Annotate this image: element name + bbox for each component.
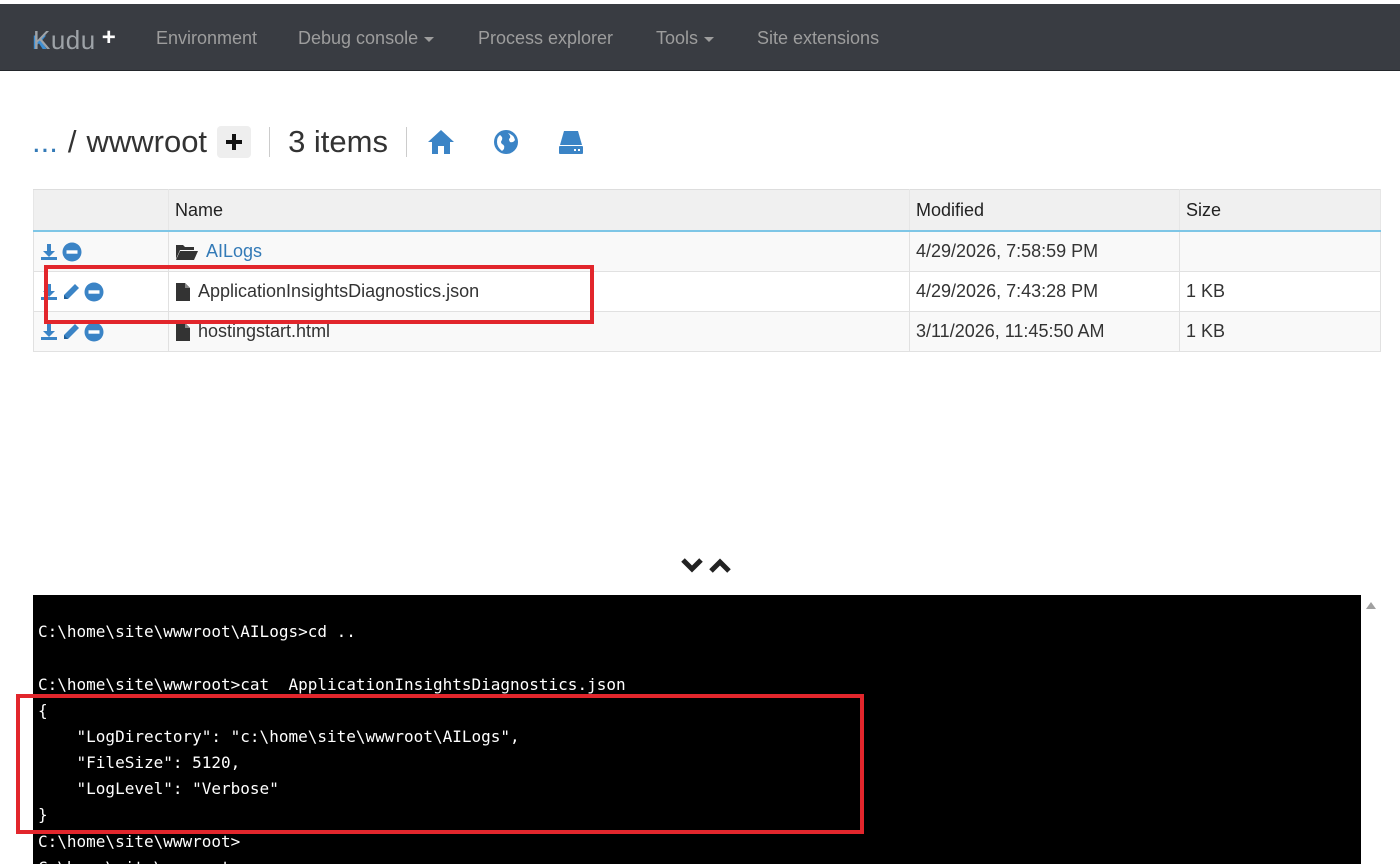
modified-cell: 4/29/2026, 7:43:28 PM	[909, 271, 1180, 312]
nav-site-extensions-label: Site extensions	[757, 28, 880, 48]
pane-splitter[interactable]	[680, 556, 732, 574]
brand-plus: +	[101, 24, 117, 51]
brand-text: Kudu	[33, 24, 96, 55]
scroll-up-arrow-icon[interactable]	[1366, 602, 1376, 609]
file-icon	[176, 282, 190, 301]
name-cell: ApplicationInsightsDiagnostics.json	[168, 271, 910, 312]
nav-process-explorer-label: Process explorer	[478, 28, 614, 48]
name-cell: AILogs	[168, 230, 910, 272]
table-row: hostingstart.html 3/11/2026, 11:45:50 AM…	[33, 311, 1381, 352]
row-actions	[33, 230, 169, 272]
console-line: "LogLevel": "Verbose"	[38, 779, 279, 798]
browse-site-button[interactable]	[490, 126, 522, 158]
file-name[interactable]: ApplicationInsightsDiagnostics.json	[198, 281, 479, 302]
console-line: C:\home\site\wwwroot>cat ApplicationInsi…	[38, 675, 626, 694]
breadcrumb-separator: /	[67, 124, 77, 159]
delete-icon[interactable]	[84, 282, 104, 302]
console-line: C:\home\site\wwwroot>	[38, 832, 241, 851]
name-column-header[interactable]: Name	[168, 189, 910, 232]
edit-pencil-icon[interactable]	[62, 283, 80, 301]
new-item-button[interactable]	[217, 126, 252, 158]
file-table: Name Modified Size AILogs 4/29/2026, 7:5…	[33, 189, 1381, 352]
console-line: }	[38, 805, 48, 824]
nav-environment[interactable]: Environment	[156, 28, 257, 49]
console-line: {	[38, 701, 48, 720]
nav-tools-label: Tools	[656, 28, 699, 48]
plus-icon	[226, 134, 243, 150]
chevron-up-icon[interactable]	[708, 556, 732, 574]
divider	[269, 127, 271, 157]
debug-console-output[interactable]: C:\home\site\wwwroot\AILogs>cd .. C:\hom…	[33, 595, 1361, 864]
delete-icon[interactable]	[84, 322, 104, 342]
nav-process-explorer[interactable]: Process explorer	[478, 28, 613, 49]
file-name[interactable]: hostingstart.html	[198, 321, 330, 342]
divider	[405, 127, 407, 157]
console-scrollbar[interactable]	[1361, 595, 1381, 864]
modified-cell: 4/29/2026, 7:58:59 PM	[909, 230, 1180, 272]
nav-environment-label: Environment	[156, 28, 258, 48]
actions-column-header	[33, 189, 169, 232]
row-actions	[33, 271, 169, 312]
table-row: AILogs 4/29/2026, 7:58:59 PM	[33, 230, 1381, 272]
file-icon	[176, 322, 190, 341]
row-actions	[33, 311, 169, 352]
folder-link[interactable]: AILogs	[206, 241, 262, 262]
caret-down-icon	[704, 36, 715, 42]
download-icon[interactable]	[40, 323, 58, 341]
console-line: C:\home\site\wwwroot>	[38, 855, 240, 864]
size-cell: 1 KB	[1179, 311, 1381, 352]
caret-down-icon	[424, 36, 435, 42]
nav-tools[interactable]: Tools	[656, 28, 715, 49]
modified-cell: 3/11/2026, 11:45:50 AM	[909, 311, 1180, 352]
home-button[interactable]	[425, 126, 457, 158]
console-line: "FileSize": 5120,	[38, 753, 241, 772]
modified-column-header[interactable]: Modified	[909, 189, 1180, 232]
table-row: ApplicationInsightsDiagnostics.json 4/29…	[33, 271, 1381, 312]
item-count: 3 items	[288, 124, 388, 159]
edit-pencil-icon[interactable]	[62, 323, 80, 341]
size-cell	[1179, 230, 1381, 272]
nav-debug-console[interactable]: Debug console	[298, 28, 435, 49]
home-icon	[427, 130, 454, 154]
folder-open-icon	[176, 244, 198, 260]
nav-debug-console-label: Debug console	[298, 28, 419, 48]
drive-button[interactable]	[555, 126, 587, 158]
name-cell: hostingstart.html	[168, 311, 910, 352]
size-column-header[interactable]: Size	[1179, 189, 1381, 232]
size-cell: 1 KB	[1179, 271, 1381, 312]
breadcrumb-parent-link[interactable]: ...	[32, 124, 58, 160]
delete-icon[interactable]	[62, 242, 82, 262]
breadcrumb-current-folder: wwwroot	[86, 124, 208, 159]
top-navbar: ᴋ Kudu + Environment Debug console Proce…	[0, 4, 1400, 71]
download-icon[interactable]	[40, 283, 58, 301]
drive-icon	[558, 131, 583, 154]
kudu-brand-link[interactable]: ᴋ Kudu +	[32, 24, 117, 55]
download-icon[interactable]	[40, 243, 58, 261]
console-line: "LogDirectory": "c:\home\site\wwwroot\AI…	[38, 727, 520, 746]
table-header-row: Name Modified Size	[33, 189, 1381, 232]
console-line: C:\home\site\wwwroot\AILogs>cd ..	[38, 622, 356, 641]
breadcrumb: ... / wwwroot 3 items	[32, 120, 620, 164]
chevron-down-icon[interactable]	[680, 556, 704, 574]
globe-icon	[493, 130, 518, 154]
nav-site-extensions[interactable]: Site extensions	[757, 28, 879, 49]
